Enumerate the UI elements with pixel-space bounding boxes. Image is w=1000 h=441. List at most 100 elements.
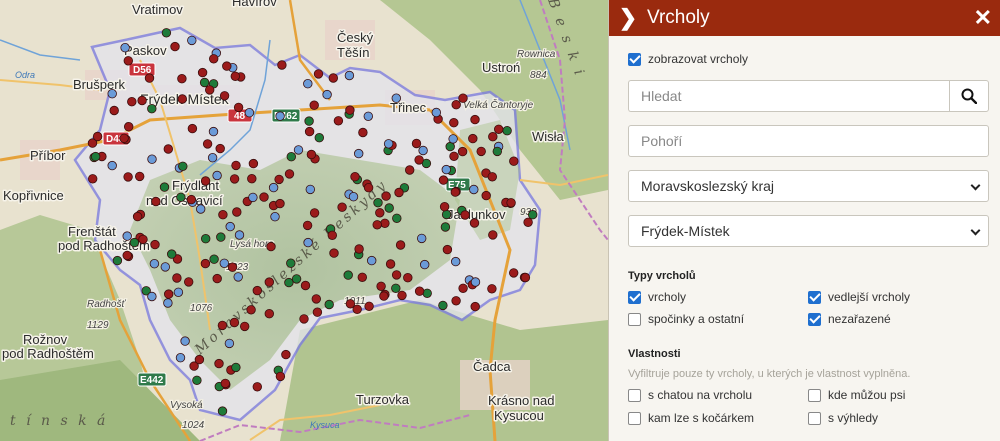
checkbox-icon[interactable] — [808, 388, 821, 402]
peak-marker[interactable] — [476, 146, 486, 157]
peak-marker[interactable] — [314, 132, 325, 143]
peak-marker[interactable] — [218, 209, 228, 220]
peak-marker[interactable] — [197, 67, 208, 78]
peak-marker[interactable] — [352, 304, 362, 315]
peak-marker[interactable] — [216, 232, 226, 242]
peak-marker[interactable] — [163, 298, 173, 308]
peak-marker[interactable] — [520, 272, 531, 283]
peak-marker[interactable] — [208, 126, 219, 137]
peak-marker[interactable] — [380, 218, 390, 229]
peak-marker[interactable] — [215, 143, 225, 154]
peak-marker[interactable] — [343, 270, 353, 280]
map-view[interactable]: D56 48 E462 D48 E75 E442 Vratimov Havířo… — [0, 0, 608, 441]
checkbox-icon[interactable] — [808, 312, 821, 326]
peak-marker[interactable] — [176, 192, 186, 203]
peak-marker[interactable] — [354, 244, 364, 254]
peak-marker[interactable] — [163, 289, 174, 299]
peak-marker[interactable] — [395, 240, 406, 250]
peak-marker[interactable] — [431, 107, 442, 118]
peak-marker[interactable] — [214, 358, 224, 369]
peak-marker[interactable] — [212, 170, 222, 181]
peak-marker[interactable] — [458, 93, 468, 103]
prop-checkbox-views[interactable]: s výhledy — [808, 411, 988, 425]
checkbox-icon[interactable] — [628, 52, 641, 66]
peak-marker[interactable] — [448, 134, 458, 144]
peak-marker[interactable] — [333, 116, 344, 126]
peak-marker[interactable] — [487, 284, 497, 294]
peak-marker[interactable] — [441, 209, 452, 220]
peak-marker[interactable] — [266, 241, 276, 252]
peak-marker[interactable] — [187, 123, 198, 134]
peak-marker[interactable] — [451, 256, 461, 267]
peak-marker[interactable] — [528, 209, 538, 220]
peak-marker[interactable] — [233, 102, 244, 113]
peak-marker[interactable] — [151, 196, 161, 207]
peak-marker[interactable] — [178, 161, 188, 172]
peak-marker[interactable] — [275, 111, 285, 121]
peak-marker[interactable] — [147, 291, 157, 302]
peak-marker[interactable] — [391, 270, 402, 280]
peak-marker[interactable] — [357, 272, 368, 283]
peak-marker[interactable] — [372, 220, 382, 230]
peak-marker[interactable] — [281, 349, 291, 360]
peak-marker[interactable] — [502, 125, 512, 136]
peak-marker[interactable] — [177, 94, 188, 104]
peak-marker[interactable] — [180, 336, 190, 346]
peak-marker[interactable] — [469, 184, 479, 195]
peak-marker[interactable] — [451, 296, 461, 306]
search-button[interactable] — [949, 80, 989, 112]
peak-marker[interactable] — [177, 73, 187, 84]
peak-marker[interactable] — [252, 382, 262, 392]
peak-marker[interactable] — [312, 307, 323, 317]
range-input[interactable]: Pohoří — [628, 125, 989, 157]
peak-marker[interactable] — [194, 354, 205, 365]
peak-marker[interactable] — [469, 218, 480, 228]
peak-marker[interactable] — [231, 160, 241, 171]
checkbox-icon[interactable] — [808, 290, 821, 304]
prop-checkbox-dogs[interactable]: kde můžou psi — [808, 388, 988, 402]
peak-marker[interactable] — [252, 285, 262, 296]
peak-marker[interactable] — [144, 73, 155, 83]
map-canvas[interactable]: D56 48 E462 D48 E75 E442 Vratimov Havířo… — [0, 0, 608, 441]
peak-marker[interactable] — [161, 28, 172, 38]
peak-marker[interactable] — [375, 208, 385, 218]
peak-marker[interactable] — [442, 244, 453, 255]
peak-marker[interactable] — [129, 237, 140, 248]
peak-marker[interactable] — [391, 93, 402, 103]
peak-marker[interactable] — [200, 233, 211, 244]
peak-marker[interactable] — [439, 201, 450, 212]
peak-marker[interactable] — [248, 192, 258, 203]
peak-marker[interactable] — [199, 77, 210, 88]
peak-marker[interactable] — [449, 117, 459, 128]
peak-marker[interactable] — [122, 250, 132, 261]
region-select[interactable]: Moravskoslezský kraj — [628, 170, 989, 202]
peak-marker[interactable] — [212, 273, 222, 284]
type-checkbox-peaks[interactable]: vrcholy — [628, 290, 808, 304]
peak-marker[interactable] — [392, 213, 402, 224]
peak-marker[interactable] — [451, 99, 461, 110]
peak-marker[interactable] — [123, 172, 133, 182]
peak-marker[interactable] — [309, 100, 319, 110]
peak-marker[interactable] — [248, 158, 259, 169]
peak-marker[interactable] — [440, 222, 451, 232]
peak-marker[interactable] — [391, 283, 401, 294]
type-checkbox-unclassified[interactable]: nezařazené — [808, 312, 988, 326]
peak-marker[interactable] — [209, 254, 219, 264]
peak-marker[interactable] — [306, 149, 317, 160]
peak-marker[interactable] — [232, 207, 242, 217]
peak-marker[interactable] — [379, 291, 389, 301]
peak-marker[interactable] — [204, 85, 215, 95]
peak-marker[interactable] — [487, 172, 498, 182]
peak-marker[interactable] — [134, 171, 145, 182]
peak-marker[interactable] — [286, 258, 296, 268]
peak-marker[interactable] — [284, 169, 295, 179]
peak-marker[interactable] — [460, 210, 470, 220]
peak-marker[interactable] — [348, 191, 359, 202]
peak-marker[interactable] — [107, 160, 117, 171]
peak-marker[interactable] — [363, 111, 374, 122]
peak-marker[interactable] — [229, 317, 240, 328]
peak-marker[interactable] — [284, 277, 294, 288]
peak-marker[interactable] — [449, 151, 459, 162]
peak-marker[interactable] — [509, 156, 519, 166]
peak-marker[interactable] — [231, 362, 241, 373]
